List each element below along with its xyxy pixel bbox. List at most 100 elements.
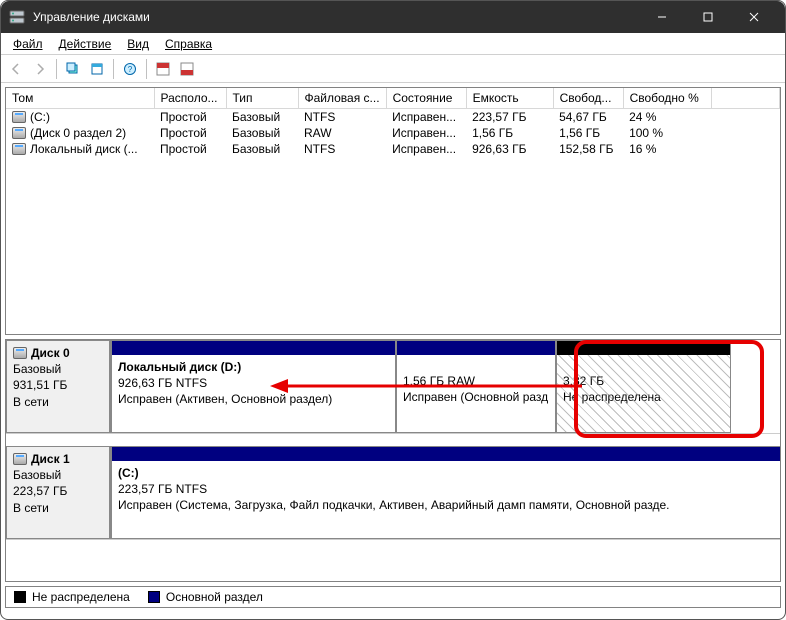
legend: Не распределена Основной раздел (5, 586, 781, 608)
vol-free-pct: 16 % (623, 141, 711, 157)
disk-type: Базовый (13, 467, 103, 483)
tool-view-top[interactable] (152, 58, 174, 80)
minimize-button[interactable] (639, 1, 685, 33)
partition-line2: 1,56 ГБ RAW (403, 373, 549, 389)
window-title: Управление дисками (33, 10, 639, 24)
vol-name: (Диск 0 раздел 2) (30, 126, 126, 140)
disk-map: (C:)223,57 ГБ NTFSИсправен (Система, Заг… (111, 446, 781, 539)
partition-body: (C:)223,57 ГБ NTFSИсправен (Система, Заг… (112, 461, 781, 538)
disk-map: Локальный диск (D:)926,63 ГБ NTFSИсправе… (111, 340, 780, 433)
legend-label-primary: Основной раздел (166, 590, 263, 604)
disk-size: 223,57 ГБ (13, 483, 103, 499)
vol-free-pct: 100 % (623, 125, 711, 141)
table-row[interactable]: (Диск 0 раздел 2) ПростойБазовыйRAWИсправ… (6, 125, 780, 141)
menubar: Файл Действие Вид Справка (1, 33, 785, 55)
vol-layout: Простой (154, 125, 226, 141)
legend-swatch-unalloc (14, 591, 26, 603)
col-fs[interactable]: Файловая с... (298, 88, 386, 108)
menu-view[interactable]: Вид (119, 35, 157, 53)
close-button[interactable] (731, 1, 777, 33)
vol-capacity: 1,56 ГБ (466, 125, 553, 141)
volume-list[interactable]: Том Располо... Тип Файловая с... Состоян… (5, 87, 781, 335)
tool-back (5, 58, 27, 80)
col-status[interactable]: Состояние (386, 88, 466, 108)
drive-icon (12, 143, 26, 155)
vol-fs: RAW (298, 125, 386, 141)
vol-fs: NTFS (298, 108, 386, 125)
tool-properties[interactable] (86, 58, 108, 80)
disk-header[interactable]: Диск 1Базовый223,57 ГБВ сети (6, 446, 111, 539)
vol-type: Базовый (226, 125, 298, 141)
disk-size: 931,51 ГБ (13, 377, 103, 393)
partition-primary[interactable]: 1,56 ГБ RAWИсправен (Основной разд (396, 340, 556, 433)
table-row[interactable]: (C:)ПростойБазовыйNTFSИсправен...223,57 … (6, 108, 780, 125)
disk-status: В сети (13, 500, 103, 516)
drive-icon (12, 111, 26, 123)
col-free-pct[interactable]: Свободно % (623, 88, 711, 108)
vol-fs: NTFS (298, 141, 386, 157)
vol-status: Исправен... (386, 108, 466, 125)
col-type[interactable]: Тип (226, 88, 298, 108)
partition-unallocated[interactable]: 3,32 ГБНе распределена (556, 340, 731, 433)
tool-forward (29, 58, 51, 80)
partition-stripe (112, 447, 781, 461)
maximize-button[interactable] (685, 1, 731, 33)
disk-row: Диск 0Базовый931,51 ГБВ сетиЛокальный ди… (6, 340, 780, 434)
vol-free: 152,58 ГБ (553, 141, 623, 157)
partition-line3: Не распределена (563, 389, 724, 405)
partition-line3: Исправен (Система, Загрузка, Файл подкач… (118, 497, 781, 513)
vol-free: 54,67 ГБ (553, 108, 623, 125)
drive-icon (12, 127, 26, 139)
partition-line3: Исправен (Активен, Основной раздел) (118, 391, 389, 407)
col-layout[interactable]: Располо... (154, 88, 226, 108)
partition-name: Локальный диск (D:) (118, 359, 389, 375)
disk-icon (13, 347, 27, 359)
app-icon (9, 9, 25, 25)
svg-text:?: ? (128, 65, 133, 74)
partition-body: Локальный диск (D:)926,63 ГБ NTFSИсправе… (112, 355, 395, 432)
col-capacity[interactable]: Емкость (466, 88, 553, 108)
menu-action[interactable]: Действие (51, 35, 120, 53)
disk-header[interactable]: Диск 0Базовый931,51 ГБВ сети (6, 340, 111, 433)
vol-free: 1,56 ГБ (553, 125, 623, 141)
tool-help[interactable]: ? (119, 58, 141, 80)
vol-status: Исправен... (386, 125, 466, 141)
disk-pane[interactable]: Диск 0Базовый931,51 ГБВ сетиЛокальный ди… (5, 339, 781, 582)
vol-free-pct: 24 % (623, 108, 711, 125)
partition-body: 1,56 ГБ RAWИсправен (Основной разд (397, 355, 555, 432)
table-row[interactable]: Локальный диск (...ПростойБазовыйNTFSИсп… (6, 141, 780, 157)
column-headers[interactable]: Том Располо... Тип Файловая с... Состоян… (6, 88, 780, 108)
vol-type: Базовый (226, 141, 298, 157)
legend-label-unalloc: Не распределена (32, 590, 130, 604)
col-volume[interactable]: Том (6, 88, 154, 108)
disk-status: В сети (13, 394, 103, 410)
menu-help[interactable]: Справка (157, 35, 220, 53)
vol-layout: Простой (154, 141, 226, 157)
disk-name: Диск 0 (31, 345, 70, 361)
disk-icon (13, 453, 27, 465)
tool-view-bottom[interactable] (176, 58, 198, 80)
vol-name: Локальный диск (... (30, 142, 138, 156)
disk-type: Базовый (13, 361, 103, 377)
col-spare (711, 88, 779, 108)
partition-stripe (112, 341, 395, 355)
partition-stripe (557, 341, 730, 355)
titlebar: Управление дисками (1, 1, 785, 33)
partition-line2: 223,57 ГБ NTFS (118, 481, 781, 497)
disk-name: Диск 1 (31, 451, 70, 467)
tool-refresh[interactable] (62, 58, 84, 80)
disk-row: Диск 1Базовый223,57 ГБВ сети (C:)223,57 … (6, 446, 780, 540)
partition-line3: Исправен (Основной разд (403, 389, 549, 405)
vol-name: (C:) (30, 110, 50, 124)
partition-primary[interactable]: Локальный диск (D:)926,63 ГБ NTFSИсправе… (111, 340, 396, 433)
partition-body: 3,32 ГБНе распределена (557, 355, 730, 432)
partition-primary[interactable]: (C:)223,57 ГБ NTFSИсправен (Система, Заг… (111, 446, 781, 539)
toolbar: ? (1, 55, 785, 83)
legend-swatch-primary (148, 591, 160, 603)
partition-line2: 3,32 ГБ (563, 373, 724, 389)
vol-layout: Простой (154, 108, 226, 125)
vol-capacity: 223,57 ГБ (466, 108, 553, 125)
col-free[interactable]: Свобод... (553, 88, 623, 108)
menu-file[interactable]: Файл (5, 35, 51, 53)
partition-name: (C:) (118, 465, 781, 481)
